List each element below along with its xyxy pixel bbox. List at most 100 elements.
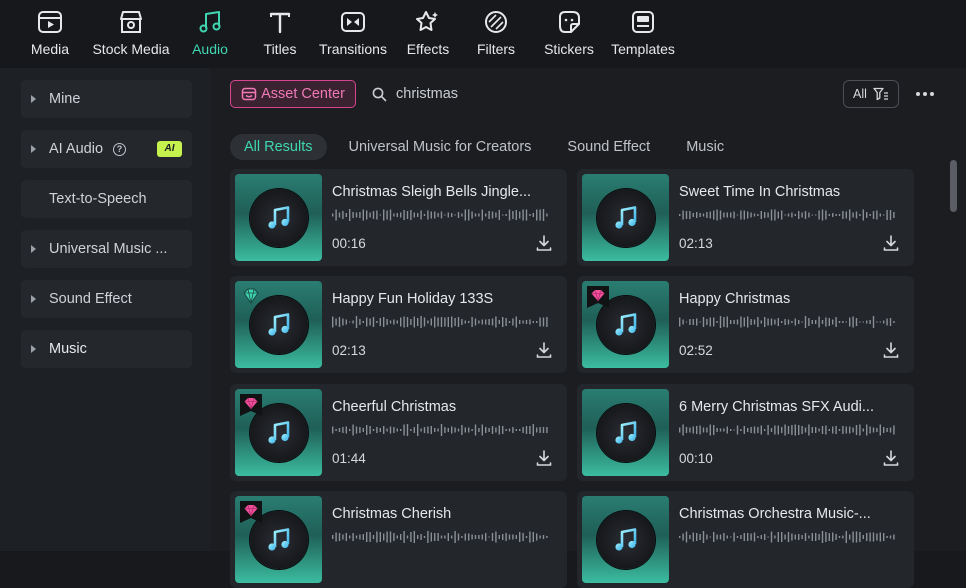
asset-center-icon [241, 87, 257, 101]
toolbar-transitions[interactable]: Transitions [317, 0, 389, 68]
audio-duration: 00:16 [332, 236, 366, 251]
toolbar-filters-label: Filters [476, 41, 516, 57]
search-input[interactable] [396, 86, 756, 102]
audio-title: Sweet Time In Christmas [679, 184, 841, 200]
audio-result-card[interactable]: Christmas Cherish [230, 491, 567, 588]
download-icon[interactable] [882, 341, 900, 359]
toolbar-audio-label: Audio [192, 41, 228, 57]
premium-diamond-pink-icon [240, 501, 262, 523]
vinyl-disc-icon [597, 404, 655, 462]
waveform [332, 209, 548, 221]
main-panel: Asset Center All All Results Universal M… [210, 68, 966, 588]
help-icon[interactable]: ? [113, 142, 127, 156]
sidebar-item-label: Universal Music ... [49, 241, 168, 257]
audio-duration: 02:13 [332, 343, 366, 358]
toolbar-titles[interactable]: Titles [259, 0, 301, 68]
media-icon [36, 8, 64, 36]
toolbar-templates-label: Templates [611, 41, 675, 57]
audio-duration: 00:10 [679, 451, 713, 466]
toolbar-templates[interactable]: Templates [610, 0, 676, 68]
top-toolbar: Media Stock Media Audio Titles Transitio… [0, 0, 966, 68]
ai-badge: AI [157, 141, 183, 157]
premium-diamond-pink-icon [587, 286, 609, 308]
audio-title: Happy Fun Holiday 133S [332, 291, 494, 307]
download-icon[interactable] [535, 234, 553, 252]
transitions-icon [339, 8, 367, 36]
audio-thumbnail[interactable] [582, 281, 669, 368]
download-icon[interactable] [882, 234, 900, 252]
premium-diamond-pink-icon [240, 394, 262, 416]
waveform [679, 316, 895, 328]
audio-duration: 01:44 [332, 451, 366, 466]
tab-sound-effect[interactable]: Sound Effect [553, 134, 664, 160]
tab-all-results[interactable]: All Results [230, 134, 327, 160]
sidebar-item-sound-effect[interactable]: Sound Effect [21, 280, 192, 318]
toolbar-effects-label: Effects [406, 41, 450, 57]
sidebar-item-music[interactable]: Music [21, 330, 192, 368]
download-icon[interactable] [535, 449, 553, 467]
toolbar-stock-media[interactable]: Stock Media [89, 0, 173, 68]
toolbar-filters[interactable]: Filters [475, 0, 517, 68]
audio-thumbnail[interactable] [582, 389, 669, 476]
audio-thumbnail[interactable] [235, 389, 322, 476]
download-icon[interactable] [882, 449, 900, 467]
waveform [679, 209, 895, 221]
audio-title: Christmas Cherish [332, 506, 452, 522]
sidebar-item-label: AI Audio [49, 141, 104, 157]
more-horizontal-icon [916, 92, 934, 96]
audio-result-card[interactable]: Happy Christmas 02:52 [577, 276, 914, 373]
tab-universal-music[interactable]: Universal Music for Creators [335, 134, 546, 160]
filters-icon [482, 8, 510, 36]
audio-duration: 02:52 [679, 343, 713, 358]
audio-title: 6 Merry Christmas SFX Audi... [679, 399, 874, 415]
audio-thumbnail[interactable] [235, 281, 322, 368]
toolbar-effects[interactable]: Effects [405, 0, 451, 68]
sidebar-item-label: Sound Effect [49, 291, 132, 307]
sidebar-item-ai-audio[interactable]: AI Audio ? AI [21, 130, 192, 168]
scrollbar-thumb[interactable] [950, 160, 957, 212]
more-options-button[interactable] [913, 80, 937, 108]
sidebar-item-label: Mine [49, 91, 81, 107]
audio-thumbnail[interactable] [235, 496, 322, 583]
music-note-icon [268, 206, 290, 229]
sidebar-item-universal-music[interactable]: Universal Music ... [21, 230, 192, 268]
vinyl-disc-icon [597, 511, 655, 569]
templates-icon [629, 8, 657, 36]
audio-result-card[interactable]: Christmas Orchestra Music-... [577, 491, 914, 588]
caret-right-icon [31, 145, 36, 153]
music-note-icon [615, 421, 637, 444]
asset-center-button[interactable]: Asset Center [230, 80, 356, 108]
filter-button[interactable]: All [843, 80, 899, 108]
tab-music[interactable]: Music [672, 134, 738, 160]
effects-icon [414, 8, 442, 36]
music-note-icon [268, 313, 290, 336]
sidebar: Mine AI Audio ? AI Text-to-Speech Univer… [0, 68, 210, 551]
toolbar-transitions-label: Transitions [319, 41, 387, 57]
waveform [332, 316, 548, 328]
vinyl-disc-icon [597, 189, 655, 247]
waveform [332, 424, 548, 436]
filter-icon [873, 87, 888, 101]
audio-result-card[interactable]: Christmas Sleigh Bells Jingle... 00:16 [230, 169, 567, 266]
toolbar-audio[interactable]: Audio [187, 0, 233, 68]
audio-thumbnail[interactable] [582, 174, 669, 261]
toolbar-stickers-label: Stickers [544, 41, 594, 57]
audio-result-card[interactable]: Cheerful Christmas 01:44 [230, 384, 567, 481]
caret-right-icon [31, 245, 36, 253]
download-icon[interactable] [535, 341, 553, 359]
asset-center-label: Asset Center [261, 86, 345, 102]
audio-result-card[interactable]: 6 Merry Christmas SFX Audi... 00:10 [577, 384, 914, 481]
scrollbar-track[interactable] [948, 158, 958, 551]
sidebar-item-text-to-speech[interactable]: Text-to-Speech [21, 180, 192, 218]
toolbar-stickers[interactable]: Stickers [543, 0, 595, 68]
music-note-icon [615, 313, 637, 336]
audio-result-card[interactable]: Happy Fun Holiday 133S 02:13 [230, 276, 567, 373]
waveform [679, 424, 895, 436]
audio-thumbnail[interactable] [582, 496, 669, 583]
toolbar-stock-media-label: Stock Media [92, 41, 170, 57]
audio-thumbnail[interactable] [235, 174, 322, 261]
caret-right-icon [31, 345, 36, 353]
toolbar-media[interactable]: Media [25, 0, 75, 68]
sidebar-item-mine[interactable]: Mine [21, 80, 192, 118]
audio-result-card[interactable]: Sweet Time In Christmas 02:13 [577, 169, 914, 266]
